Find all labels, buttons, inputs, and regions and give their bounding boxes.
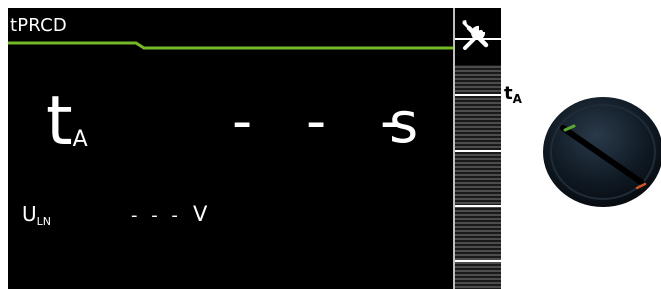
secondary-measurement-unit: V (193, 202, 208, 226)
softkey-strip (453, 8, 501, 289)
tools-icon (462, 20, 489, 50)
softkey-divider (453, 260, 501, 262)
softkey-divider (453, 205, 501, 207)
primary-symbol-subscript: A (72, 127, 88, 152)
secondary-symbol-subscript: LN (36, 215, 51, 228)
softkey-divider (453, 94, 501, 96)
primary-measurement-symbol: tA (46, 88, 88, 156)
strip-border (453, 8, 455, 289)
primary-symbol-letter: t (46, 82, 73, 161)
primary-measurement-unit: s (389, 91, 419, 156)
softkey-divider (453, 38, 501, 40)
secondary-measurement-symbol: ULN (22, 202, 51, 227)
settings-softkey[interactable] (453, 8, 501, 65)
secondary-measurement-value: - - - (131, 205, 182, 226)
instrument-display: tPRCD tA - - - s ULN - - - V (8, 8, 455, 289)
softkey-divider (453, 150, 501, 152)
rotary-selector-knob[interactable] (541, 96, 661, 208)
header-separator-line (8, 41, 455, 50)
rotary-switch-label: tA (504, 83, 522, 106)
rotary-label-letter: t (504, 83, 513, 104)
secondary-symbol-letter: U (22, 202, 37, 226)
rotary-label-subscript: A (512, 92, 522, 106)
